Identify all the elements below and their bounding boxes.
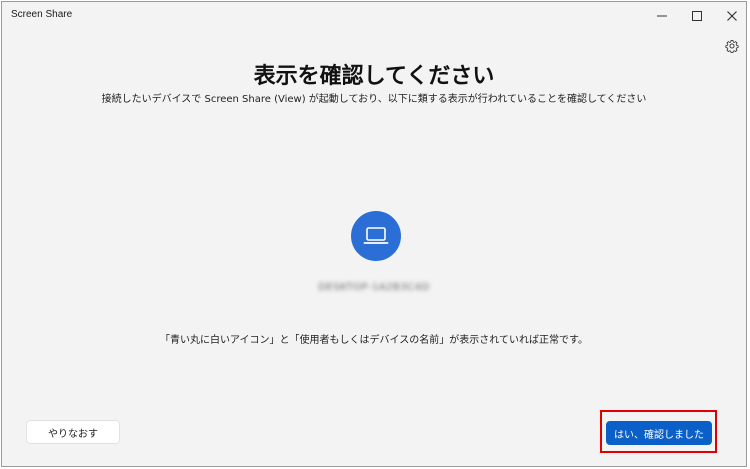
title-bar: Screen Share bbox=[2, 2, 746, 32]
device-name: DESKTOP-1A2B3C4D bbox=[318, 282, 430, 293]
gear-icon bbox=[725, 40, 739, 53]
app-title: Screen Share bbox=[11, 9, 73, 20]
maximize-button[interactable] bbox=[679, 2, 715, 30]
confirm-button[interactable]: はい、確認しました bbox=[606, 421, 712, 445]
close-button[interactable] bbox=[714, 2, 750, 30]
page-title: 表示を確認してください bbox=[253, 64, 495, 89]
device-avatar bbox=[351, 211, 401, 261]
status-note: 「青い丸に白いアイコン」と「使用者もしくはデバイスの名前」が表示されていれば正常… bbox=[160, 335, 588, 346]
settings-button[interactable] bbox=[722, 36, 742, 56]
minimize-icon bbox=[657, 15, 667, 17]
app-window: Screen Share 表示を確認してください 接続したいデバイスで Scre… bbox=[1, 1, 747, 467]
page-subtitle: 接続したいデバイスで Screen Share (View) が起動しており、以… bbox=[101, 94, 647, 105]
close-icon bbox=[727, 11, 737, 21]
maximize-icon bbox=[692, 11, 702, 21]
laptop-icon bbox=[363, 227, 389, 244]
minimize-button[interactable] bbox=[644, 2, 680, 30]
retry-button[interactable]: やりなおす bbox=[26, 420, 120, 444]
